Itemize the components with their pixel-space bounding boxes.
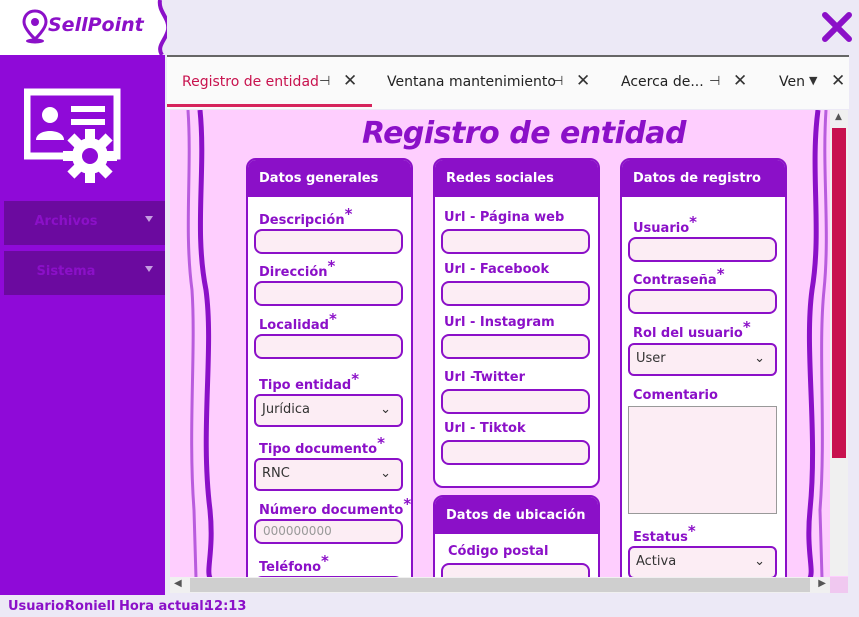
chevron-down-icon: [145, 216, 153, 222]
tab-acerca-de[interactable]: Acerca de... ⊣ ✕: [607, 57, 757, 107]
hora-label: Hora actual:: [119, 599, 209, 614]
close-icon[interactable]: [820, 10, 854, 44]
tab-ventana-mantenimiento[interactable]: Ventana mantenimiento ⊣ ✕: [372, 57, 602, 107]
codigo-postal-input[interactable]: [441, 563, 590, 578]
estatus-select[interactable]: Activa ⌄: [628, 546, 777, 578]
tab-label: Registro de entidad: [182, 74, 319, 90]
pin-icon[interactable]: ⊣: [552, 74, 563, 89]
active-tab-indicator: [167, 104, 372, 107]
field-label: Dirección*: [259, 257, 336, 280]
status-bar: Usuario: Roniell Hora actual: 12:13: [0, 597, 859, 617]
tipo-documento-select[interactable]: RNC ⌄: [254, 458, 403, 491]
form-title: Registro de entidad: [361, 116, 687, 151]
placeholder: 000000000: [263, 524, 332, 538]
select-value: Activa: [636, 554, 677, 569]
card-redes-sociales: Redes sociales Url - Página web Url - Fa…: [433, 158, 600, 488]
direccion-input[interactable]: [254, 281, 403, 306]
sidebar: Archivos Sistema: [0, 55, 165, 595]
url-facebook-input[interactable]: [441, 281, 590, 306]
scroll-left-icon[interactable]: ◀: [174, 578, 182, 589]
usuario-value: Roniell: [65, 599, 116, 614]
field-label: Url - Página web: [444, 210, 565, 225]
localidad-input[interactable]: [254, 334, 403, 359]
url-instagram-input[interactable]: [441, 334, 590, 359]
close-tab-icon[interactable]: ✕: [343, 71, 357, 91]
sidebar-item-label: Archivos: [34, 214, 98, 229]
field-label: Descripción*: [259, 205, 353, 228]
close-tab-icon[interactable]: ✕: [576, 71, 590, 91]
field-label: Contraseña*: [633, 265, 725, 288]
tab-registro-entidad[interactable]: Registro de entidad ⊣ ✕: [167, 57, 372, 107]
user-card-settings-icon: [24, 88, 121, 183]
tipo-entidad-select[interactable]: Jurídica ⌄: [254, 394, 403, 427]
horizontal-scrollbar[interactable]: ◀ ▶: [170, 577, 830, 593]
url-twitter-input[interactable]: [441, 389, 590, 414]
sidebar-item-label: Sistema: [36, 264, 96, 279]
app-name: SellPoint: [48, 14, 144, 36]
card-header: Redes sociales: [435, 160, 598, 197]
field-label: Url -Twitter: [444, 370, 525, 385]
field-label: Url - Instagram: [444, 315, 555, 330]
field-label: Url - Tiktok: [444, 421, 526, 436]
field-label: Url - Facebook: [444, 262, 550, 277]
rol-usuario-select[interactable]: User ⌄: [628, 343, 777, 376]
field-label: Teléfono*: [259, 552, 329, 575]
tab-label: Ven: [779, 74, 805, 90]
card-datos-registro: Datos de registro Usuario* Contraseña* R…: [620, 158, 787, 578]
tab-strip: Registro de entidad ⊣ ✕ Ventana mantenim…: [167, 55, 849, 109]
card-header: Datos de ubicación: [435, 497, 598, 534]
select-value: User: [636, 351, 666, 366]
url-tiktok-input[interactable]: [441, 440, 590, 465]
pin-icon[interactable]: ⊣: [319, 74, 330, 89]
url-web-input[interactable]: [441, 229, 590, 254]
scroll-right-icon[interactable]: ▶: [818, 578, 826, 589]
tab-dropdown-icon[interactable]: ▼: [809, 74, 817, 87]
chevron-down-icon: [145, 266, 153, 272]
select-value: RNC: [262, 466, 290, 481]
logo: SellPoint: [0, 0, 167, 55]
title-bar: SellPoint: [0, 0, 859, 55]
tab-ventana-overflow[interactable]: Ven ▼ ✕: [767, 57, 849, 107]
chevron-down-icon: ⌄: [754, 351, 765, 366]
field-label: Tipo documento*: [259, 434, 385, 457]
scroll-thumb[interactable]: [832, 128, 846, 458]
field-label: Tipo entidad*: [259, 370, 360, 393]
field-label: Estatus*: [633, 522, 696, 545]
form-area: Registro de entidad Datos generales Desc…: [170, 110, 848, 578]
descripcion-input[interactable]: [254, 229, 403, 254]
card-datos-generales: Datos generales Descripción* Dirección* …: [246, 158, 413, 578]
card-header: Datos generales: [248, 160, 411, 197]
contrasena-input[interactable]: [628, 289, 777, 314]
hora-value: 12:13: [205, 599, 247, 614]
scroll-thumb[interactable]: [190, 578, 810, 592]
close-tab-icon[interactable]: ✕: [733, 71, 747, 91]
vertical-scrollbar[interactable]: ▲: [830, 110, 848, 576]
field-label: Número documento*: [259, 495, 412, 518]
card-header: Datos de registro: [622, 160, 785, 197]
tab-label: Ventana mantenimiento: [387, 74, 556, 90]
close-tab-icon[interactable]: ✕: [831, 71, 845, 91]
pin-icon[interactable]: ⊣: [709, 74, 720, 89]
scroll-corner: [830, 577, 848, 593]
sidebar-item-archivos[interactable]: Archivos: [4, 201, 165, 245]
field-label: Localidad*: [259, 310, 337, 333]
field-label: Código postal: [448, 544, 549, 559]
field-label: Comentario: [633, 388, 718, 403]
chevron-down-icon: ⌄: [380, 402, 391, 417]
usuario-label: Usuario:: [8, 599, 70, 614]
select-value: Jurídica: [262, 402, 311, 417]
sidebar-item-sistema[interactable]: Sistema: [4, 251, 165, 295]
tab-label: Acerca de...: [621, 74, 704, 90]
numero-documento-input[interactable]: 000000000: [254, 519, 403, 544]
field-label: Rol del usuario*: [633, 318, 751, 341]
chevron-down-icon: ⌄: [754, 554, 765, 569]
comentario-textarea[interactable]: [628, 406, 777, 514]
chevron-down-icon: ⌄: [380, 466, 391, 481]
field-label: Usuario*: [633, 213, 697, 236]
usuario-input[interactable]: [628, 237, 777, 262]
scroll-up-icon[interactable]: ▲: [835, 112, 842, 122]
card-datos-ubicacion: Datos de ubicación Código postal: [433, 495, 600, 578]
